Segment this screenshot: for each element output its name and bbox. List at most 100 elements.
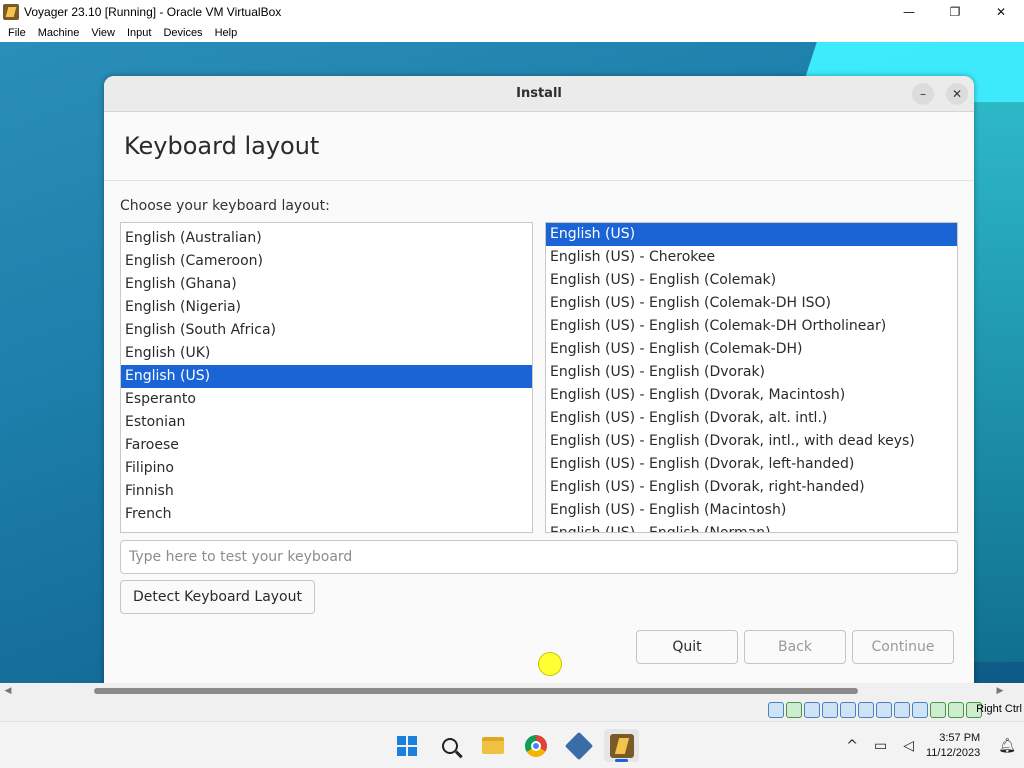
variant-item[interactable]: English (US) - English (Dvorak, intl., w… (546, 430, 957, 453)
menu-devices[interactable]: Devices (157, 27, 208, 39)
layout-item[interactable]: English (Cameroon) (121, 250, 532, 273)
clock-time: 3:57 PM (939, 731, 981, 744)
taskbar-file-explorer[interactable] (475, 729, 510, 762)
mouse-pointer-highlight (538, 652, 562, 676)
layout-item[interactable]: Faroese (121, 434, 532, 457)
recording-icon[interactable] (912, 702, 928, 718)
layout-item[interactable]: Finnish (121, 480, 532, 503)
volume-muted-icon[interactable]: ◁ (895, 738, 922, 754)
layout-list[interactable]: English (Australian) English (Cameroon) En… (120, 222, 533, 533)
windows-taskbar: ^ ▭ ◁ 3:57 PM 11/12/2023 🔔︎ (0, 721, 1024, 768)
variant-item[interactable]: English (US) - English (Dvorak, left-han… (546, 453, 957, 476)
host-window-controls: — ❐ ✕ (886, 0, 1024, 24)
usb-icon[interactable] (840, 702, 856, 718)
host-status-bar: Right Ctrl (0, 699, 1024, 721)
menu-input[interactable]: Input (121, 27, 157, 39)
choose-layout-label: Choose your keyboard layout: (120, 198, 330, 214)
scroll-right-arrow-icon[interactable]: ▶ (994, 685, 1006, 697)
layout-item[interactable]: English (Australian) (121, 227, 532, 250)
variant-item[interactable]: English (US) - English (Dvorak, alt. int… (546, 407, 957, 430)
voyager-app-icon (3, 4, 19, 20)
status-indicators (768, 702, 982, 718)
notification-bell-icon[interactable]: 🔔︎ (990, 738, 1024, 754)
taskbar-chrome[interactable] (518, 729, 553, 762)
variant-item[interactable]: English (US) - English (Dvorak) (546, 361, 957, 384)
layout-item[interactable]: Estonian (121, 411, 532, 434)
system-tray: ^ ▭ ◁ 3:57 PM 11/12/2023 🔔︎ (838, 722, 1024, 768)
variant-item[interactable]: English (US) (546, 223, 957, 246)
host-title-bar: Voyager 23.10 [Running] - Oracle VM Virt… (0, 0, 1024, 24)
variant-item[interactable]: English (US) - English (Colemak-DH Ortho… (546, 315, 957, 338)
minimize-icon: – (920, 87, 926, 101)
detect-keyboard-layout-button[interactable]: Detect Keyboard Layout (120, 580, 315, 614)
network-icon[interactable] (822, 702, 838, 718)
display-icon[interactable] (876, 702, 892, 718)
scroll-left-arrow-icon[interactable]: ◀ (2, 685, 14, 697)
variant-item[interactable]: English (US) - English (Colemak-DH ISO) (546, 292, 957, 315)
dialog-title: Install (516, 86, 562, 101)
video-capture-icon[interactable] (894, 702, 910, 718)
taskbar-apps (389, 729, 639, 762)
host-window-title: Voyager 23.10 [Running] - Oracle VM Virt… (24, 5, 282, 19)
layout-item[interactable]: English (UK) (121, 342, 532, 365)
virtualbox-icon (564, 731, 593, 760)
title-divider (104, 180, 974, 181)
menu-file[interactable]: File (2, 27, 32, 39)
layout-item[interactable]: English (US) (121, 365, 532, 388)
variant-item[interactable]: English (US) - English (Macintosh) (546, 499, 957, 522)
host-menu-bar: File Machine View Input Devices Help (0, 24, 1024, 42)
variant-item[interactable]: English (US) - English (Dvorak, right-ha… (546, 476, 957, 499)
mouse-integration-icon[interactable] (948, 702, 964, 718)
menu-machine[interactable]: Machine (32, 27, 86, 39)
hard-disk-icon[interactable] (768, 702, 784, 718)
page-title: Keyboard layout (124, 132, 320, 160)
windows-start-icon (396, 735, 417, 756)
search-icon (441, 737, 458, 754)
file-explorer-icon (481, 737, 504, 754)
install-dialog: Install – ✕ Keyboard layout Choose your … (104, 76, 974, 683)
dialog-minimize-button[interactable]: – (912, 83, 934, 105)
start-button[interactable] (389, 729, 424, 762)
variant-item[interactable]: English (US) - Cherokee (546, 246, 957, 269)
variant-item[interactable]: English (US) - English (Colemak-DH) (546, 338, 957, 361)
layout-item[interactable]: French (121, 503, 532, 526)
continue-button[interactable]: Continue (852, 630, 954, 664)
scrollbar-thumb[interactable] (94, 688, 858, 694)
dialog-header: Install – ✕ (104, 76, 974, 112)
tray-overflow-chevron-icon[interactable]: ^ (838, 738, 866, 754)
minimize-button[interactable]: — (886, 0, 932, 24)
variant-list[interactable]: English (US) English (US) - Cherokee Engli… (545, 222, 958, 533)
taskbar-voyager-vm[interactable] (604, 729, 639, 762)
variant-item[interactable]: English (US) - English (Colemak) (546, 269, 957, 292)
menu-view[interactable]: View (85, 27, 121, 39)
dialog-close-button[interactable]: ✕ (946, 83, 968, 105)
keyboard-test-input[interactable] (120, 540, 958, 574)
layout-item[interactable]: English (South Africa) (121, 319, 532, 342)
taskbar-virtualbox[interactable] (561, 729, 596, 762)
host-key-label: Right Ctrl (976, 703, 1022, 715)
variant-item[interactable]: English (US) - English (Norman) (546, 522, 957, 532)
maximize-button[interactable]: ❐ (932, 0, 978, 24)
audio-icon[interactable] (804, 702, 820, 718)
close-button[interactable]: ✕ (978, 0, 1024, 24)
optical-drive-icon[interactable] (786, 702, 802, 718)
network-status-icon[interactable]: ▭ (866, 738, 895, 754)
close-icon: ✕ (951, 87, 963, 101)
chrome-icon (524, 734, 547, 757)
layout-item[interactable]: Esperanto (121, 388, 532, 411)
taskbar-search-button[interactable] (432, 729, 467, 762)
layout-item[interactable]: English (Nigeria) (121, 296, 532, 319)
layout-item[interactable]: Filipino (121, 457, 532, 480)
system-clock[interactable]: 3:57 PM 11/12/2023 (922, 731, 990, 761)
menu-help[interactable]: Help (209, 27, 244, 39)
variant-item[interactable]: English (US) - English (Dvorak, Macintos… (546, 384, 957, 407)
layout-item[interactable]: English (Ghana) (121, 273, 532, 296)
clock-date: 11/12/2023 (925, 746, 981, 759)
host-horizontal-scrollbar[interactable]: ◀ ▶ (0, 683, 1024, 699)
guest-display[interactable]: Install – ✕ Keyboard layout Choose your … (0, 42, 1024, 683)
cpu-icon[interactable] (930, 702, 946, 718)
voyager-vm-icon (609, 733, 634, 758)
quit-button[interactable]: Quit (636, 630, 738, 664)
shared-folders-icon[interactable] (858, 702, 874, 718)
back-button[interactable]: Back (744, 630, 846, 664)
